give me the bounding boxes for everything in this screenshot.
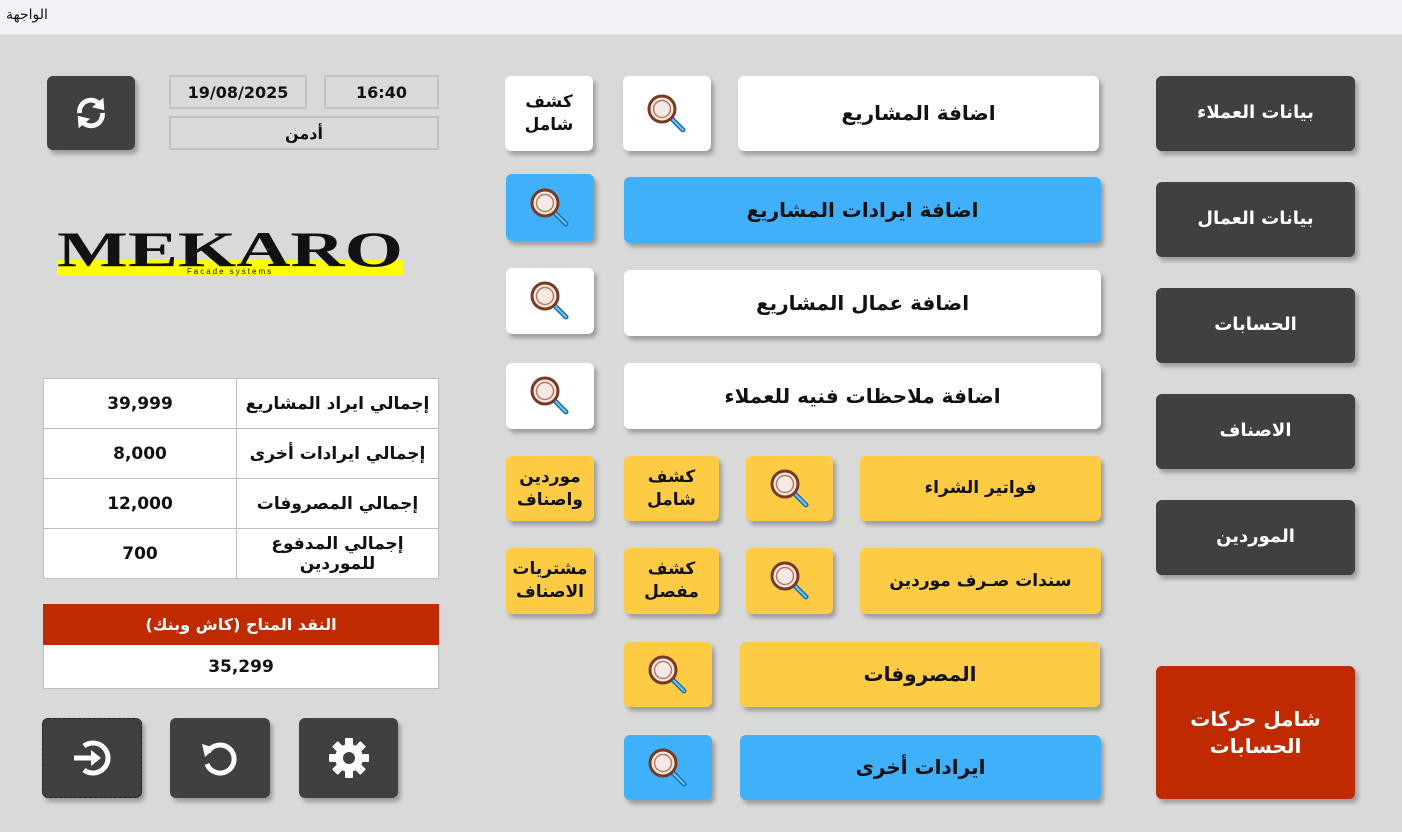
search-expenses-button[interactable] bbox=[624, 642, 712, 707]
magnifier-icon bbox=[770, 469, 808, 507]
search-other-revenues-button[interactable] bbox=[624, 735, 712, 800]
accounts-button[interactable]: الحسابات bbox=[1156, 288, 1355, 363]
table-row: 700 إجمالي المدفوع للموردين bbox=[43, 528, 439, 579]
time-display: 16:40 bbox=[324, 75, 439, 109]
settings-button[interactable] bbox=[299, 718, 398, 798]
add-projects-button[interactable]: اضافة المشاريع bbox=[738, 76, 1099, 151]
summary-table: 39,999 إجمالي ايراد المشاريع 8,000 إجمال… bbox=[43, 378, 439, 579]
supplier-payments-button[interactable]: سندات صـرف موردين bbox=[860, 548, 1101, 614]
magnifier-icon bbox=[648, 748, 687, 786]
summary-label: إجمالي المصروفات bbox=[236, 478, 439, 529]
summary-value: 8,000 bbox=[43, 428, 237, 479]
cash-available-value: 35,299 bbox=[43, 645, 439, 689]
search-projects-button[interactable] bbox=[623, 76, 711, 151]
search-project-workers-button[interactable] bbox=[506, 268, 594, 334]
suppliers-and-items-button[interactable]: موردين واصناف bbox=[506, 456, 594, 521]
search-purchase-invoices-button[interactable] bbox=[746, 456, 833, 521]
window-titlebar: الواجهة bbox=[0, 0, 1402, 35]
comprehensive-statement-button[interactable]: كشف شامل bbox=[505, 76, 593, 151]
purchase-comprehensive-statement-button[interactable]: كشف شامل bbox=[624, 456, 719, 521]
magnifier-icon bbox=[530, 281, 569, 320]
expenses-button[interactable]: المصروفات bbox=[740, 642, 1100, 707]
undo-button[interactable] bbox=[170, 718, 270, 798]
cash-available-label: النقد المتاح (كاش وبنك) bbox=[43, 604, 439, 645]
window-title: الواجهة bbox=[6, 7, 48, 23]
items-button[interactable]: الاصناف bbox=[1156, 394, 1355, 469]
undo-icon bbox=[202, 742, 237, 776]
purchase-invoices-button[interactable]: فواتير الشراء bbox=[860, 456, 1101, 521]
summary-label: إجمالي ايرادات أخرى bbox=[236, 428, 439, 479]
summary-value: 39,999 bbox=[43, 378, 237, 429]
add-technical-notes-button[interactable]: اضافة ملاحظات فنيه للعملاء bbox=[624, 363, 1101, 429]
all-account-transactions-button[interactable]: شامل حركات الحسابات bbox=[1156, 666, 1355, 799]
gear-icon bbox=[328, 738, 369, 778]
summary-value: 700 bbox=[43, 528, 237, 579]
workers-data-button[interactable]: بيانات العمال bbox=[1156, 182, 1355, 257]
summary-label: إجمالي ايراد المشاريع bbox=[236, 378, 439, 429]
summary-label: إجمالي المدفوع للموردين bbox=[236, 528, 439, 579]
table-row: 8,000 إجمالي ايرادات أخرى bbox=[43, 428, 439, 479]
magnifier-icon bbox=[530, 376, 569, 415]
date-display: 19/08/2025 bbox=[169, 75, 307, 109]
logout-button[interactable] bbox=[42, 718, 142, 798]
logout-icon bbox=[74, 740, 111, 776]
magnifier-icon bbox=[647, 94, 686, 132]
magnifier-icon bbox=[648, 655, 687, 693]
add-project-workers-button[interactable]: اضافة عمال المشاريع bbox=[624, 270, 1101, 336]
detailed-statement-button[interactable]: كشف مفصل bbox=[624, 548, 719, 614]
refresh-button[interactable] bbox=[47, 76, 135, 150]
magnifier-icon bbox=[530, 188, 569, 226]
search-supplier-payments-button[interactable] bbox=[746, 548, 833, 614]
svg-text:Facade systems: Facade systems bbox=[187, 267, 273, 276]
magnifier-icon bbox=[770, 561, 808, 600]
search-project-revenues-button[interactable] bbox=[506, 174, 594, 241]
add-project-revenues-button[interactable]: اضافة ايرادات المشاريع bbox=[624, 177, 1101, 243]
suppliers-button[interactable]: الموردين bbox=[1156, 500, 1355, 575]
other-revenues-button[interactable]: ايرادات أخرى bbox=[740, 735, 1101, 800]
table-row: 39,999 إجمالي ايراد المشاريع bbox=[43, 378, 439, 429]
items-purchases-button[interactable]: مشتريات الاصناف bbox=[506, 548, 594, 614]
refresh-icon bbox=[77, 97, 105, 129]
summary-value: 12,000 bbox=[43, 478, 237, 529]
table-row: 12,000 إجمالي المصروفات bbox=[43, 478, 439, 529]
company-logo: MEKARO Facade systems bbox=[57, 222, 403, 277]
user-display: أدمن bbox=[169, 116, 439, 150]
search-technical-notes-button[interactable] bbox=[506, 363, 594, 429]
customers-data-button[interactable]: بيانات العملاء bbox=[1156, 76, 1355, 151]
